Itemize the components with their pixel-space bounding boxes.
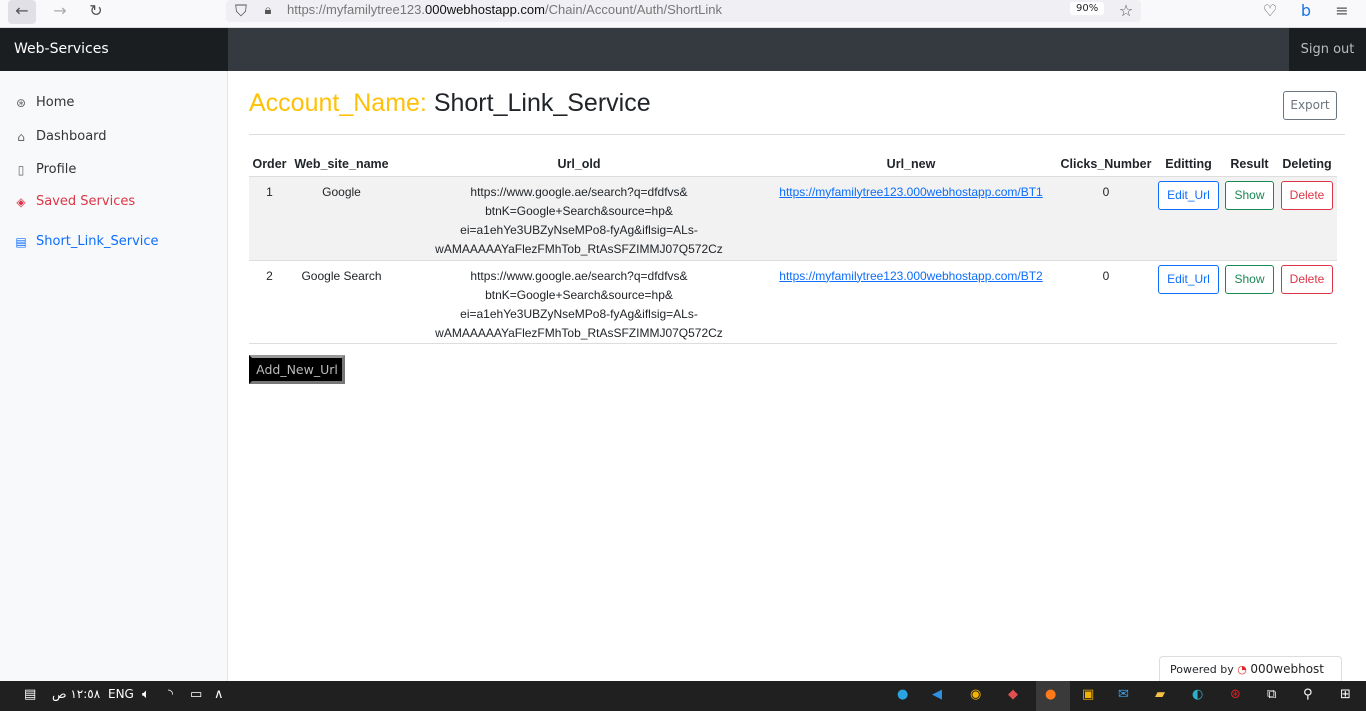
delete-button[interactable]: Delete [1280, 264, 1334, 294]
000webhost-logo-icon: ◔ [1237, 663, 1247, 676]
url-old-cell: https://www.google.ae/search?q=dfdfvs& b… [393, 260, 765, 344]
home-icon: ⌂ [17, 129, 25, 144]
wifi-icon[interactable]: ◝ [168, 687, 173, 702]
store-icon[interactable]: ▣ [1082, 687, 1094, 702]
links-table: Order Web_site_name Url_old Url_new Clic… [249, 153, 1337, 344]
delete-button[interactable]: Delete [1280, 180, 1334, 210]
url-new-link[interactable]: https://myfamilytree123.000webhostapp.co… [779, 185, 1042, 199]
notification-icon[interactable]: ▤ [24, 687, 36, 702]
telegram-icon[interactable]: ● [897, 687, 908, 702]
name-cell: Google Search [290, 260, 393, 344]
sidebar-item-label: Short_Link_Service [36, 234, 159, 249]
show-button[interactable]: Show [1225, 264, 1274, 294]
sidebar: ⊛ Home ⌂ Dashboard ▯ Profile ◈ Saved Service… [0, 71, 228, 681]
browser-toolbar: ← → ↻ ⛉ 🔒︎ https://myfamilytree123.000we… [0, 0, 1366, 28]
col-web-site-name: Web_site_name [290, 153, 393, 177]
col-deleting: Deleting [1277, 153, 1337, 177]
name-cell: Google [290, 176, 393, 261]
folder-icon[interactable]: ▰ [1155, 687, 1165, 702]
col-editting: Editting [1155, 153, 1222, 177]
page-title: Account_Name: Short_Link_Service [249, 89, 651, 118]
aperture-icon: ⊛ [15, 95, 27, 110]
battery-icon[interactable]: ▭ [190, 687, 202, 702]
sidebar-item-dashboard[interactable]: ⌂ Dashboard [14, 129, 107, 144]
edge-icon[interactable]: ◐ [1192, 687, 1203, 702]
sidebar-item-home[interactable]: ⊛ Home [14, 95, 74, 110]
clicks-cell: 0 [1057, 176, 1155, 261]
sidebar-item-profile[interactable]: ▯ Profile [14, 162, 77, 177]
brand[interactable]: Web-Services [0, 28, 228, 71]
edit-url-button[interactable]: Edit_Url [1158, 264, 1219, 294]
table-row: 2 Google Search https://www.google.ae/se… [249, 260, 1337, 344]
order-cell: 1 [249, 176, 290, 261]
edit-url-button[interactable]: Edit_Url [1158, 180, 1219, 210]
chevron-up-icon[interactable]: ∧ [214, 687, 224, 702]
title-value: Short_Link_Service [433, 89, 651, 117]
shield-icon[interactable]: ⛉ [227, 0, 255, 24]
url-old-cell: https://www.google.ae/search?q=dfdfvs& b… [393, 176, 765, 261]
powered-by-text: Powered by [1170, 663, 1234, 676]
back-icon[interactable]: ← [8, 0, 36, 24]
clicks-cell: 0 [1057, 260, 1155, 344]
url-text[interactable]: https://myfamilytree123.000webhostapp.co… [287, 2, 722, 17]
export-button[interactable]: Export [1283, 91, 1337, 120]
language-indicator[interactable]: ENG [108, 687, 134, 701]
show-button[interactable]: Show [1225, 180, 1274, 210]
red-app-icon[interactable]: ⊛ [1230, 687, 1241, 702]
firefox-icon[interactable]: ● [1045, 687, 1056, 702]
sidebar-item-label: Profile [36, 162, 77, 177]
file-icon: ▯ [17, 162, 25, 177]
mail-icon[interactable]: ✉ [1118, 687, 1129, 702]
zoom-level[interactable]: 90% [1070, 2, 1105, 15]
col-url-new: Url_new [765, 153, 1057, 177]
bing-icon[interactable]: b [1292, 0, 1320, 24]
volume-icon[interactable]: 🔈︎ [142, 687, 150, 702]
star-icon[interactable]: ☆ [1112, 0, 1140, 24]
pocket-icon[interactable]: ♡ [1256, 0, 1284, 24]
layers-icon: ◈ [16, 194, 26, 209]
col-url-old: Url_old [393, 153, 765, 177]
clock[interactable]: ١٢:٥٨ ص [52, 687, 100, 701]
windows-icon[interactable]: ⊞ [1340, 687, 1351, 702]
order-cell: 2 [249, 260, 290, 344]
file-text-icon: ▤ [15, 234, 27, 249]
col-clicks: Clicks_Number [1057, 153, 1155, 177]
sidebar-item-label: Home [36, 95, 75, 110]
powered-by-badge[interactable]: Powered by ◔ 000webhost [1159, 656, 1342, 681]
sidebar-item-short-link-service[interactable]: ▤ Short_Link_Service [14, 234, 159, 249]
app-icon[interactable]: ◆ [1008, 687, 1018, 702]
sidebar-item-label: Dashboard [36, 129, 107, 144]
sign-out-link[interactable]: Sign out [1289, 28, 1366, 71]
divider [249, 134, 1345, 135]
col-order: Order [249, 153, 290, 177]
vscode-icon[interactable]: ◀ [932, 687, 942, 702]
chrome-icon[interactable]: ◉ [970, 687, 981, 702]
sidebar-item-saved-services[interactable]: ◈ Saved Services [14, 194, 135, 209]
url-new-link[interactable]: https://myfamilytree123.000webhostapp.co… [779, 269, 1042, 283]
col-result: Result [1222, 153, 1277, 177]
task-view-icon[interactable]: ⧉ [1267, 687, 1276, 702]
reload-icon[interactable]: ↻ [82, 0, 110, 24]
forward-icon[interactable]: → [46, 0, 74, 24]
menu-icon[interactable]: ≡ [1328, 0, 1356, 24]
navbar: Web-Services Sign out [0, 28, 1366, 71]
table-row: 1 Google https://www.google.ae/search?q=… [249, 176, 1337, 261]
taskbar: ▤ ١٢:٥٨ ص ENG 🔈︎ ◝ ▭ ∧ ● ◀ ◉ ◆ ● ▣ ✉ ▰ ◐… [0, 681, 1366, 711]
sidebar-item-label: Saved Services [36, 194, 136, 209]
search-icon[interactable]: ⚲ [1303, 687, 1313, 702]
add-new-url-button[interactable]: Add_New_Url [249, 355, 345, 384]
title-key: Account_Name: [249, 89, 427, 117]
host-name: 000webhost [1250, 662, 1324, 676]
lock-icon[interactable]: 🔒︎ [254, 0, 282, 24]
